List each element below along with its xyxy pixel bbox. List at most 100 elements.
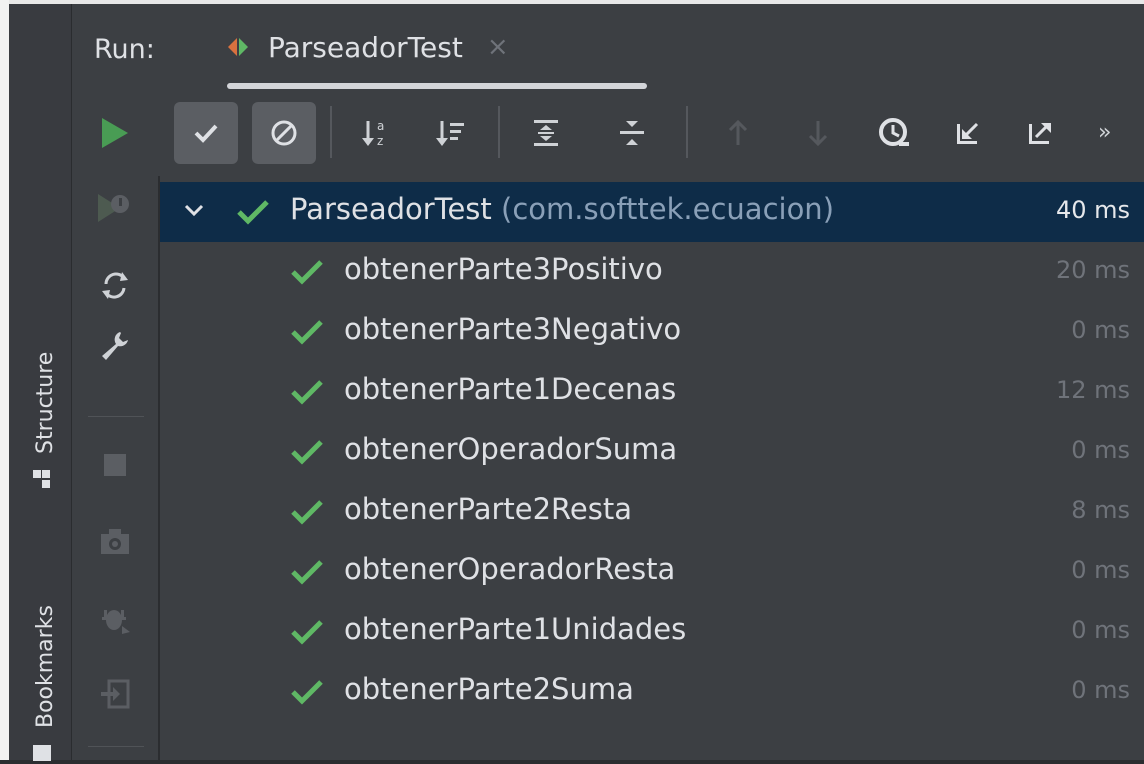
dump-threads-button[interactable] <box>72 526 158 556</box>
test-results-toolbar: az » <box>158 90 1144 176</box>
settings-button[interactable] <box>72 328 158 362</box>
test-row[interactable]: obtenerParte3Negativo 0 ms <box>160 302 1144 362</box>
run-tab-title: ParseadorTest <box>268 30 463 64</box>
wrench-icon <box>102 332 128 360</box>
previous-failed-button[interactable] <box>706 102 770 164</box>
run-side-toolbar <box>72 90 158 760</box>
suite-label: ParseadorTest (com.softtek.ecuacion) <box>290 192 834 226</box>
test-config-icon <box>226 36 250 58</box>
stop-button[interactable] <box>72 452 158 478</box>
import-test-results-button[interactable] <box>936 102 1000 164</box>
history-icon <box>879 118 909 146</box>
test-name: obtenerParte2Suma <box>344 672 634 706</box>
stop-icon <box>104 454 126 476</box>
rerun-failed-button[interactable] <box>72 190 158 226</box>
arrow-down-icon <box>808 121 828 147</box>
toggle-auto-test-button[interactable] <box>72 268 158 302</box>
arrow-up-icon <box>728 119 748 145</box>
export-results-icon <box>1029 122 1051 144</box>
passed-check-icon <box>291 560 323 585</box>
window-left-edge <box>0 0 9 760</box>
sort-alphabetically-button[interactable]: az <box>344 102 408 164</box>
test-duration: 0 ms <box>1071 676 1130 704</box>
passed-check-icon <box>291 260 323 285</box>
test-name: obtenerParte1Unidades <box>344 612 687 646</box>
expand-all-button[interactable] <box>514 102 578 164</box>
test-duration: 12 ms <box>1055 376 1130 404</box>
next-failed-button[interactable] <box>786 102 850 164</box>
toolbar-separator <box>498 106 500 158</box>
import-tests-button[interactable] <box>72 678 158 710</box>
suite-duration: 40 ms <box>1055 196 1130 224</box>
test-row[interactable]: obtenerOperadorResta 0 ms <box>160 542 1144 602</box>
rerun-failed-icon <box>98 194 129 222</box>
close-icon[interactable]: × <box>487 32 509 62</box>
import-results-icon <box>957 122 979 144</box>
suite-name: ParseadorTest <box>290 192 492 226</box>
run-label: Run: <box>94 34 155 65</box>
view-breakpoints-button[interactable] <box>72 602 158 636</box>
more-actions-button[interactable]: » <box>1098 120 1111 145</box>
auto-rerun-icon <box>102 272 128 299</box>
test-name: obtenerParte3Positivo <box>344 252 663 286</box>
toolbar-separator <box>88 746 144 747</box>
test-duration: 8 ms <box>1071 496 1130 524</box>
test-row[interactable]: obtenerParte1Decenas 12 ms <box>160 362 1144 422</box>
test-name: obtenerParte3Negativo <box>344 312 682 346</box>
test-suite-row[interactable]: ParseadorTest (com.softtek.ecuacion) 40 … <box>160 182 1144 242</box>
test-name: obtenerParte2Resta <box>344 492 632 526</box>
import-icon <box>101 679 130 709</box>
structure-tool-tab[interactable]: Structure <box>31 352 59 490</box>
passed-check-icon <box>237 200 269 225</box>
passed-check-icon <box>291 320 323 345</box>
test-results-tree: ParseadorTest (com.softtek.ecuacion) 40 … <box>160 176 1144 760</box>
test-name: obtenerOperadorResta <box>344 552 676 586</box>
passed-check-icon <box>291 380 323 405</box>
toolbar-separator <box>330 106 332 158</box>
passed-check-icon <box>291 620 323 645</box>
camera-icon <box>101 529 129 554</box>
ignored-icon <box>271 120 297 146</box>
bookmarks-tool-tab[interactable]: Bookmarks <box>31 605 59 764</box>
run-tab-parseadortest[interactable]: ParseadorTest × <box>222 4 646 90</box>
bookmark-icon <box>31 742 59 764</box>
test-history-button[interactable] <box>862 102 926 164</box>
passed-check-icon <box>291 440 323 465</box>
test-duration: 0 ms <box>1071 616 1130 644</box>
test-row[interactable]: obtenerOperadorSuma 0 ms <box>160 422 1144 482</box>
test-duration: 0 ms <box>1071 436 1130 464</box>
export-test-results-button[interactable] <box>1008 102 1072 164</box>
check-icon <box>194 124 218 143</box>
sort-by-duration-button[interactable] <box>418 102 482 164</box>
play-icon <box>102 118 128 148</box>
svg-text:z: z <box>377 134 383 148</box>
test-name: obtenerOperadorSuma <box>344 432 678 466</box>
sort-duration-icon <box>436 121 464 146</box>
run-panel-header: Run: ParseadorTest × <box>72 4 1144 90</box>
test-row[interactable]: obtenerParte3Positivo 20 ms <box>160 242 1144 302</box>
structure-icon <box>31 468 59 490</box>
expand-all-icon <box>534 120 558 146</box>
test-duration: 20 ms <box>1055 256 1130 284</box>
suite-package: (com.softtek.ecuacion) <box>501 192 835 226</box>
test-duration: 0 ms <box>1071 316 1130 344</box>
tool-window-stripe: Structure Bookmarks <box>9 4 72 761</box>
collapse-all-icon <box>620 121 644 145</box>
show-passed-toggle[interactable] <box>174 102 238 164</box>
collapse-all-button[interactable] <box>600 102 664 164</box>
passed-check-icon <box>291 500 323 525</box>
bookmarks-tab-label: Bookmarks <box>32 605 58 728</box>
sort-alpha-icon: az <box>362 119 384 148</box>
structure-tab-label: Structure <box>32 351 58 454</box>
test-row[interactable]: obtenerParte2Resta 8 ms <box>160 482 1144 542</box>
test-row[interactable]: obtenerParte2Suma 0 ms <box>160 662 1144 722</box>
show-ignored-toggle[interactable] <box>252 102 316 164</box>
bug-icon <box>102 610 130 634</box>
toolbar-separator <box>686 106 688 158</box>
active-tab-indicator <box>227 83 647 89</box>
chevron-down-icon[interactable] <box>182 198 206 222</box>
rerun-button[interactable] <box>72 116 158 150</box>
test-row[interactable]: obtenerParte1Unidades 0 ms <box>160 602 1144 662</box>
toolbar-separator <box>88 416 144 417</box>
test-name: obtenerParte1Decenas <box>344 372 677 406</box>
